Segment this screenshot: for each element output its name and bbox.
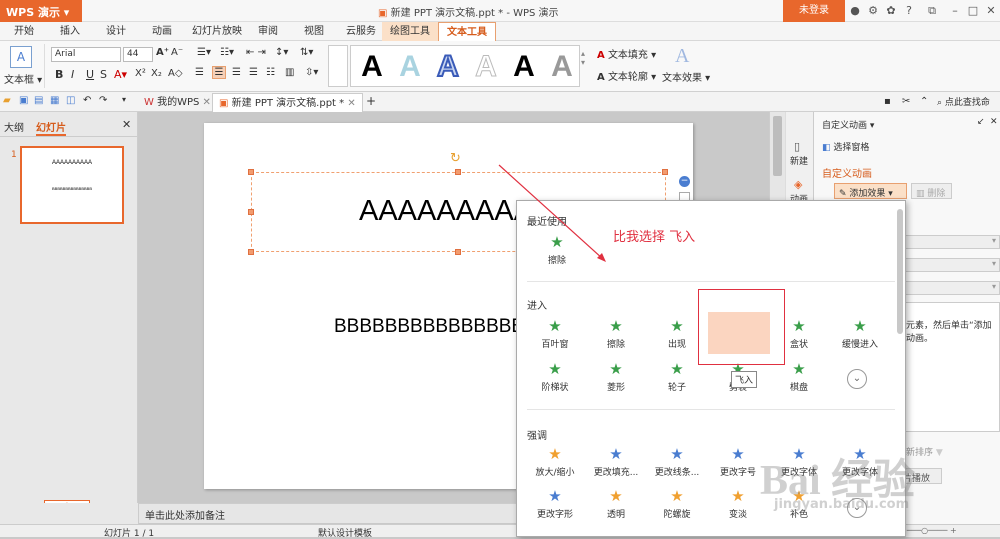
arrow-line [498,164,604,260]
watermark-url: jingyan.baidu.com [774,497,910,512]
annotation-text: 比我选择 飞入 [613,230,696,245]
